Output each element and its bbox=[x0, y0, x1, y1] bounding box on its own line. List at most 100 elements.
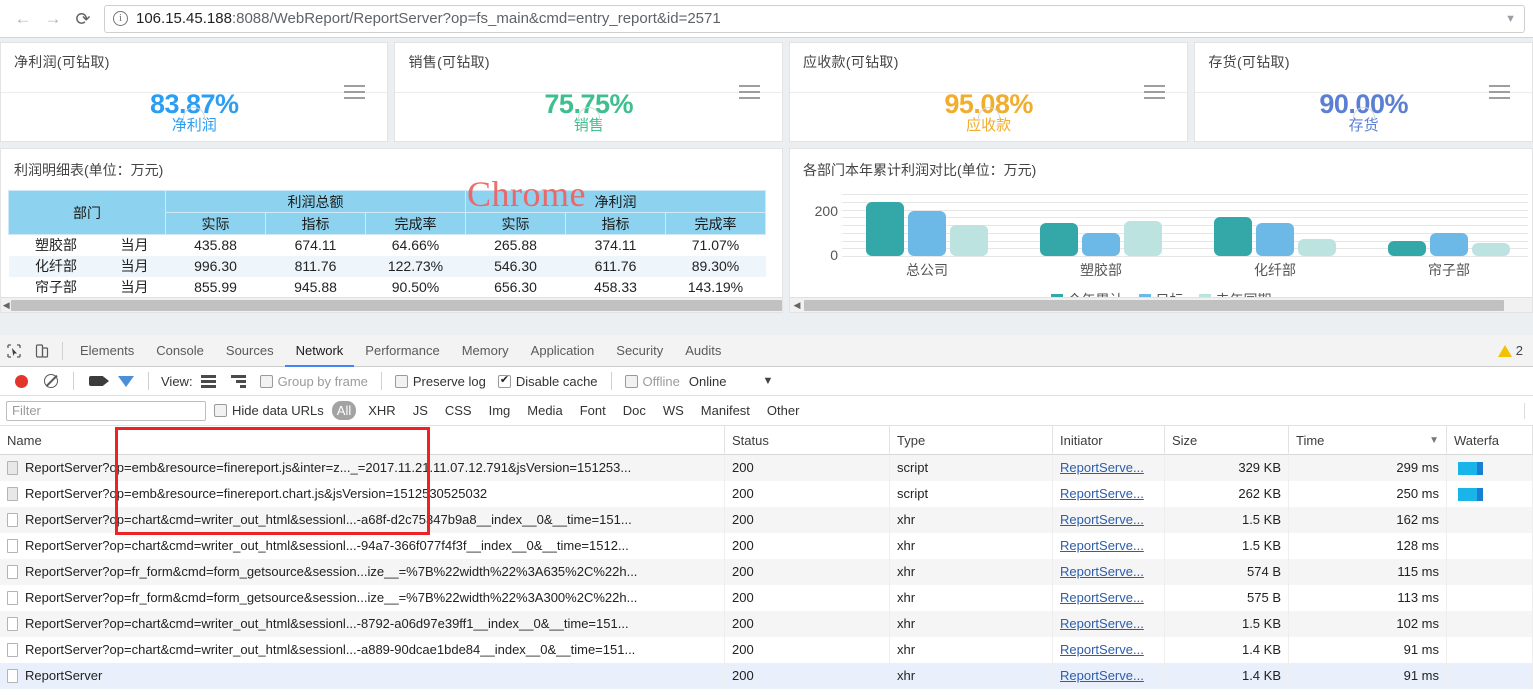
filter-type-manifest[interactable]: Manifest bbox=[696, 401, 755, 420]
chart-horizontal-scrollbar[interactable]: ◀ bbox=[790, 297, 1532, 312]
column-header-status[interactable]: Status bbox=[725, 425, 890, 455]
tab-memory[interactable]: Memory bbox=[451, 335, 520, 367]
table-row[interactable]: 帘子部 当月 855.99 945.88 90.50% 656.30 458.33 143.1… bbox=[8, 276, 766, 298]
chevron-down-icon[interactable]: ▼ bbox=[1505, 13, 1516, 25]
request-name-cell[interactable]: ReportServer?op=chart&cmd=writer_out_htm… bbox=[0, 533, 725, 559]
tab-console[interactable]: Console bbox=[145, 335, 215, 367]
info-icon[interactable]: i bbox=[113, 11, 128, 26]
kpi-card-2[interactable]: 销售(可钻取) 75.75%销售151.45 bbox=[394, 42, 783, 142]
address-bar[interactable]: i 106.15.45.188 :8088/WebReport/ReportSe… bbox=[104, 4, 1525, 33]
network-request-row[interactable]: ReportServer?op=chart&cmd=writer_out_htm… bbox=[0, 637, 1533, 663]
column-header-type[interactable]: Type bbox=[890, 425, 1053, 455]
scroll-left-arrow-chart[interactable]: ◀ bbox=[790, 300, 804, 311]
request-name-cell[interactable]: ReportServer?op=chart&cmd=writer_out_htm… bbox=[0, 637, 725, 663]
kpi-menu-icon[interactable] bbox=[1489, 85, 1511, 103]
table-row[interactable]: 塑胶部 当月 435.88 674.11 64.66% 265.88 374.11 71.07… bbox=[8, 234, 766, 256]
network-request-row[interactable]: ReportServer?op=emb&resource=finereport.… bbox=[0, 481, 1533, 507]
back-arrow-icon[interactable]: ← bbox=[8, 5, 38, 33]
filter-type-font[interactable]: Font bbox=[575, 401, 611, 420]
column-header-name[interactable]: Name bbox=[0, 425, 725, 455]
filter-funnel-icon[interactable] bbox=[112, 368, 140, 394]
request-name-cell[interactable]: ReportServer?op=chart&cmd=writer_out_htm… bbox=[0, 507, 725, 533]
chart-bar[interactable] bbox=[1040, 222, 1078, 256]
kpi-card-3[interactable]: 应收款(可钻取) 95.08%应收款88.77 bbox=[788, 42, 1189, 142]
network-request-row[interactable]: ReportServer?op=emb&resource=finereport.… bbox=[0, 455, 1533, 481]
request-name-cell[interactable]: ReportServer?op=fr_form&cmd=form_getsour… bbox=[0, 559, 725, 585]
bar-chart[interactable]: 0200 总公司塑胶部化纤部帘子部 今年累计目标去年同期 bbox=[794, 190, 1528, 312]
tab-application[interactable]: Application bbox=[520, 335, 606, 367]
request-name-cell[interactable]: ReportServer?op=chart&cmd=writer_out_htm… bbox=[0, 611, 725, 637]
request-initiator[interactable]: ReportServe... bbox=[1053, 637, 1165, 663]
reload-icon[interactable]: ⟳ bbox=[68, 5, 98, 33]
filter-type-ws[interactable]: WS bbox=[658, 401, 689, 420]
request-initiator[interactable]: ReportServe... bbox=[1053, 585, 1165, 611]
chart-bar[interactable] bbox=[866, 201, 904, 256]
chart-bar[interactable] bbox=[1298, 239, 1336, 256]
filter-type-other[interactable]: Other bbox=[762, 401, 805, 420]
request-name-cell[interactable]: ReportServer bbox=[0, 663, 725, 689]
inspect-element-icon[interactable] bbox=[0, 338, 28, 364]
network-request-row[interactable]: ReportServer?op=fr_form&cmd=form_getsour… bbox=[0, 559, 1533, 585]
tab-elements[interactable]: Elements bbox=[69, 335, 145, 367]
scroll-left-arrow[interactable]: ◀ bbox=[1, 300, 11, 311]
request-initiator[interactable]: ReportServe... bbox=[1053, 611, 1165, 637]
filter-type-img[interactable]: Img bbox=[484, 401, 516, 420]
hide-data-urls-checkbox[interactable]: Hide data URLs bbox=[214, 403, 324, 418]
tab-performance[interactable]: Performance bbox=[354, 335, 450, 367]
chart-bar[interactable] bbox=[1082, 232, 1120, 256]
tab-audits[interactable]: Audits bbox=[674, 335, 732, 367]
chart-bar[interactable] bbox=[1388, 240, 1426, 256]
request-name-cell[interactable]: ReportServer?op=emb&resource=finereport.… bbox=[0, 481, 725, 507]
tab-network[interactable]: Network bbox=[285, 335, 355, 367]
request-initiator[interactable]: ReportServe... bbox=[1053, 481, 1165, 507]
warning-indicator[interactable]: 2 bbox=[1497, 343, 1533, 358]
chart-bar[interactable] bbox=[1472, 242, 1510, 256]
chevron-down-icon[interactable]: ▼ bbox=[762, 375, 773, 387]
kpi-menu-icon[interactable] bbox=[738, 85, 760, 103]
forward-arrow-icon[interactable]: → bbox=[38, 5, 68, 33]
chart-bar[interactable] bbox=[950, 225, 988, 256]
chart-bar[interactable] bbox=[1124, 220, 1162, 256]
horizontal-scrollbar[interactable]: ◀ bbox=[1, 297, 782, 312]
network-request-row[interactable]: ReportServer?op=chart&cmd=writer_out_htm… bbox=[0, 533, 1533, 559]
chart-bar[interactable] bbox=[908, 210, 946, 256]
throttling-select[interactable]: Online bbox=[689, 374, 727, 389]
screenshot-camera-icon[interactable] bbox=[82, 368, 110, 394]
preserve-log-checkbox[interactable]: Preserve log bbox=[394, 374, 486, 389]
list-view-icon[interactable] bbox=[195, 368, 223, 394]
filter-type-js[interactable]: JS bbox=[408, 401, 433, 420]
disable-cache-checkbox[interactable]: Disable cache bbox=[497, 373, 598, 389]
kpi-menu-icon[interactable] bbox=[1144, 85, 1166, 103]
request-initiator[interactable]: ReportServe... bbox=[1053, 455, 1165, 481]
clear-button-icon[interactable] bbox=[37, 368, 65, 394]
tab-sources[interactable]: Sources bbox=[215, 335, 285, 367]
kpi-menu-icon[interactable] bbox=[344, 85, 366, 103]
request-initiator[interactable]: ReportServe... bbox=[1053, 533, 1165, 559]
column-header-size[interactable]: Size bbox=[1165, 425, 1289, 455]
column-header-initiator[interactable]: Initiator bbox=[1053, 425, 1165, 455]
grouped-view-icon[interactable] bbox=[225, 368, 253, 394]
record-button-icon[interactable] bbox=[7, 368, 35, 394]
request-name-cell[interactable]: ReportServer?op=emb&resource=finereport.… bbox=[0, 455, 725, 481]
column-header-time[interactable]: Time ▼ bbox=[1289, 425, 1447, 455]
device-toolbar-icon[interactable] bbox=[28, 338, 56, 364]
network-request-row[interactable]: ReportServer 200 xhr ReportServe... 1.4 KB 91… bbox=[0, 663, 1533, 689]
kpi-card-1[interactable]: 净利润(可钻取) 83.87%净利润50.88 bbox=[0, 42, 389, 142]
scrollbar-thumb-chart[interactable] bbox=[804, 299, 1504, 311]
network-request-row[interactable]: ReportServer?op=chart&cmd=writer_out_htm… bbox=[0, 611, 1533, 637]
filter-type-xhr[interactable]: XHR bbox=[363, 401, 400, 420]
chart-bar[interactable] bbox=[1256, 222, 1294, 256]
tab-security[interactable]: Security bbox=[605, 335, 674, 367]
network-request-row[interactable]: ReportServer?op=fr_form&cmd=form_getsour… bbox=[0, 585, 1533, 611]
filter-type-media[interactable]: Media bbox=[522, 401, 567, 420]
group-by-frame-checkbox[interactable]: Group by frame bbox=[259, 374, 368, 389]
offline-checkbox[interactable]: Offline bbox=[624, 374, 680, 389]
request-name-cell[interactable]: ReportServer?op=fr_form&cmd=form_getsour… bbox=[0, 585, 725, 611]
kpi-card-4[interactable]: 存货(可钻取) 90.00%存货1.08 bbox=[1194, 42, 1533, 142]
request-initiator[interactable]: ReportServe... bbox=[1053, 559, 1165, 585]
request-initiator[interactable]: ReportServe... bbox=[1053, 507, 1165, 533]
filter-type-doc[interactable]: Doc bbox=[618, 401, 651, 420]
chart-bar[interactable] bbox=[1214, 217, 1252, 256]
network-request-row[interactable]: ReportServer?op=chart&cmd=writer_out_htm… bbox=[0, 507, 1533, 533]
filter-type-css[interactable]: CSS bbox=[440, 401, 477, 420]
